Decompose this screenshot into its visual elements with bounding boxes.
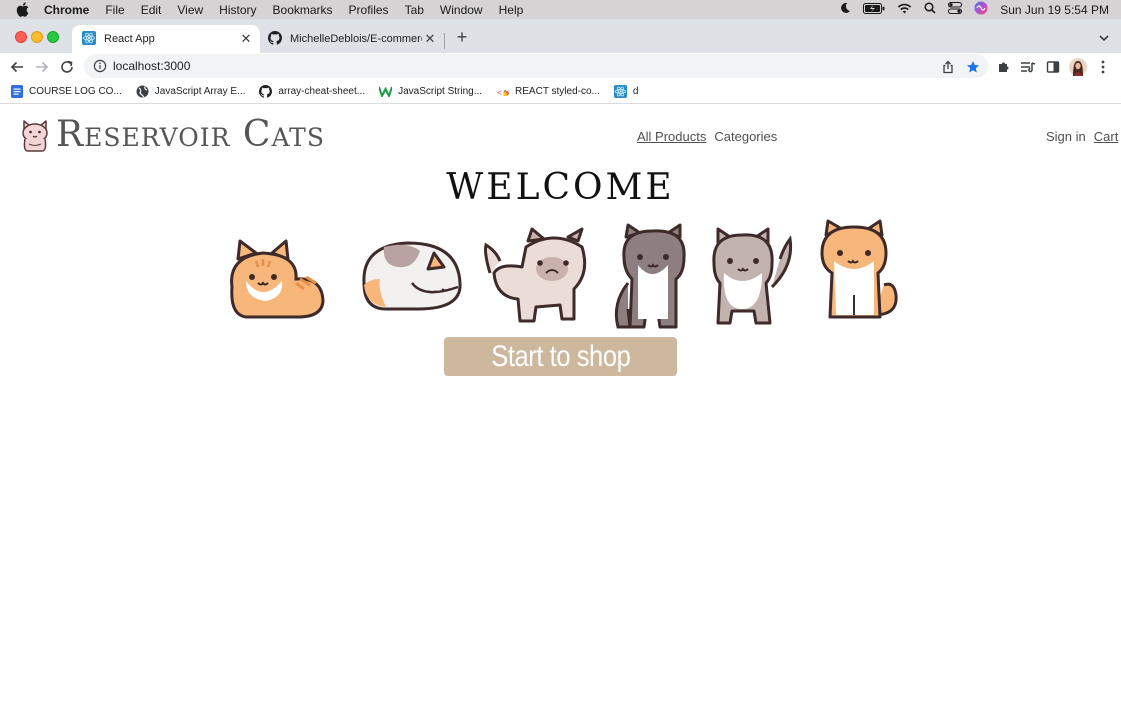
menu-tab[interactable]: Tab <box>405 3 424 17</box>
side-panel-icon[interactable] <box>1044 58 1062 76</box>
menubar-clock[interactable]: Sun Jun 19 5:54 PM <box>1000 3 1109 17</box>
browser-tab-strip: React App ✕ MichelleDeblois/E-commerce ✕ <box>0 19 1121 53</box>
menu-bookmarks[interactable]: Bookmarks <box>273 3 333 17</box>
orange-white-cat-image <box>820 219 898 319</box>
spotlight-search-icon[interactable] <box>924 2 936 17</box>
bookmark-label: REACT styled-co... <box>515 86 600 97</box>
kebab-menu-icon[interactable] <box>1094 58 1112 76</box>
w-icon <box>379 85 393 98</box>
url-text[interactable]: localhost:3000 <box>113 59 190 73</box>
bookmark-d[interactable]: d <box>613 85 639 98</box>
siri-icon[interactable] <box>974 1 988 18</box>
menu-window[interactable]: Window <box>440 3 483 17</box>
menu-edit[interactable]: Edit <box>141 3 162 17</box>
menu-view[interactable]: View <box>177 3 203 17</box>
tab-close-icon[interactable]: ✕ <box>422 31 438 47</box>
bookmark-label: COURSE LOG CO... <box>29 86 122 97</box>
start-to-shop-button[interactable]: Start to shop <box>444 337 677 376</box>
react-icon <box>82 30 96 48</box>
profile-avatar[interactable] <box>1069 58 1087 76</box>
tab-title: React App <box>104 33 155 45</box>
bookmark-label: d <box>632 86 639 97</box>
macos-menu-bar: Chrome File Edit View History Bookmarks … <box>0 0 1121 19</box>
tab-separator <box>444 33 445 49</box>
light-grey-cat-image <box>712 227 793 325</box>
address-bar[interactable]: localhost:3000 <box>84 54 988 78</box>
cats-illustration <box>0 105 1121 701</box>
tab-search-chevron-icon[interactable] <box>1097 31 1111 45</box>
battery-icon[interactable] <box>863 2 885 17</box>
bookmark-label: JavaScript Array E... <box>154 86 246 97</box>
start-to-shop-label: Start to shop <box>490 340 631 373</box>
bookmark-course-log[interactable]: COURSE LOG CO... <box>10 85 122 98</box>
orange-tabby-cat-image <box>230 239 325 319</box>
calico-sleeping-cat-image <box>362 241 462 311</box>
forward-arrow-icon[interactable] <box>32 57 52 77</box>
grey-white-cat-image <box>614 223 686 329</box>
bookmark-array-cheat-sheet[interactable]: array-cheat-sheet... <box>259 85 365 98</box>
new-tab-button[interactable]: + <box>452 27 472 47</box>
github-icon <box>268 30 282 48</box>
tab-close-icon[interactable]: ✕ <box>238 31 254 47</box>
back-arrow-icon[interactable] <box>7 57 27 77</box>
extensions-puzzle-icon[interactable] <box>995 58 1013 76</box>
github-icon <box>259 85 273 98</box>
docs-icon <box>10 85 23 98</box>
bookmark-js-array[interactable]: JavaScript Array E... <box>136 85 246 98</box>
styled-components-icon: <💅> <box>496 85 509 98</box>
menu-app-chrome[interactable]: Chrome <box>44 3 89 17</box>
reading-list-icon[interactable] <box>1019 58 1037 76</box>
globe-icon <box>136 85 149 98</box>
menu-profiles[interactable]: Profiles <box>349 3 389 17</box>
bookmark-star-icon[interactable] <box>964 58 982 76</box>
control-center-icon[interactable] <box>948 2 963 17</box>
apple-icon[interactable] <box>16 2 34 17</box>
bookmark-react-styled[interactable]: <💅> REACT styled-co... <box>496 85 600 98</box>
close-window-button[interactable] <box>15 31 27 43</box>
cream-cat-image <box>484 227 587 323</box>
share-icon[interactable] <box>939 58 957 76</box>
bookmark-label: JavaScript String... <box>398 86 483 97</box>
web-page: Reservoir Cats All Products Categories S… <box>0 105 1121 701</box>
tab-github-ecommerce[interactable]: MichelleDeblois/E-commerce ✕ <box>262 25 444 53</box>
fullscreen-window-button[interactable] <box>47 31 59 43</box>
menu-help[interactable]: Help <box>499 3 524 17</box>
tab-react-app[interactable]: React App ✕ <box>72 25 260 53</box>
browser-toolbar: localhost:3000 <box>0 53 1121 80</box>
moon-icon[interactable] <box>839 2 851 17</box>
wifi-icon[interactable] <box>897 3 912 17</box>
bookmark-label: array-cheat-sheet... <box>278 86 366 97</box>
tab-title: MichelleDeblois/E-commerce <box>290 33 422 45</box>
menu-history[interactable]: History <box>219 3 256 17</box>
minimize-window-button[interactable] <box>31 31 43 43</box>
bookmark-js-string[interactable]: JavaScript String... <box>379 85 482 98</box>
react-icon <box>613 85 627 98</box>
bookmarks-bar: COURSE LOG CO... JavaScript Array E... a… <box>0 80 1121 104</box>
menu-file[interactable]: File <box>105 3 124 17</box>
svg-text:<💅>: <💅> <box>496 88 509 96</box>
reload-icon[interactable] <box>57 57 77 77</box>
site-info-icon[interactable] <box>93 59 107 73</box>
